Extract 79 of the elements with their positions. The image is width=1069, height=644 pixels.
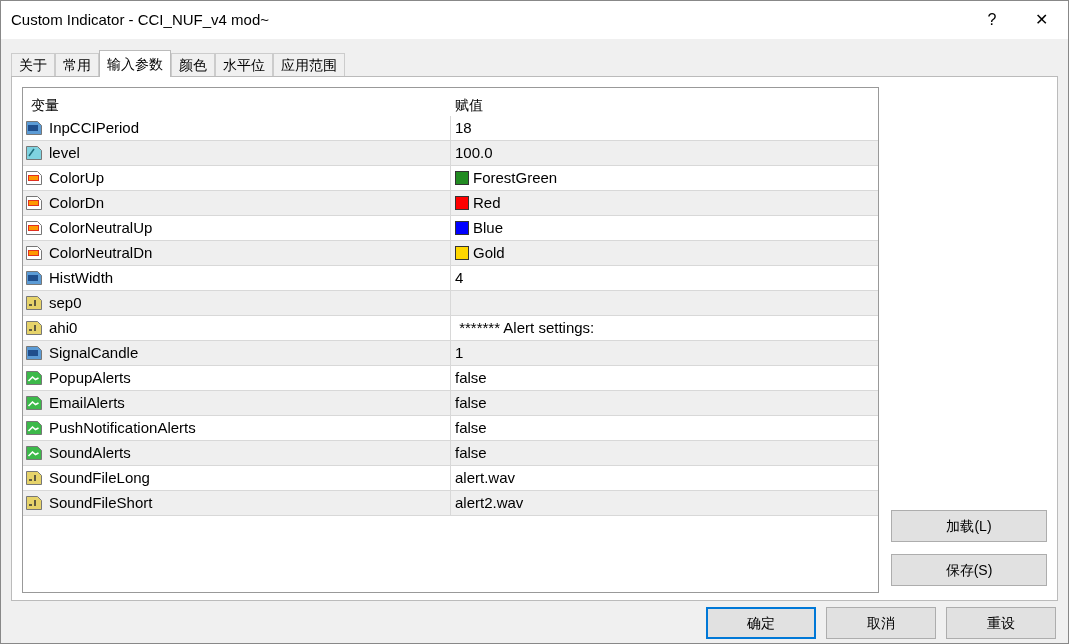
parameter-row[interactable]: level 100.0 bbox=[23, 141, 878, 166]
parameter-row[interactable]: SoundFileShort alert2.wav bbox=[23, 491, 878, 516]
string-type-icon bbox=[25, 469, 43, 487]
parameter-value: 18 bbox=[455, 117, 472, 138]
column-header: 赋值 bbox=[454, 96, 484, 115]
color-type-icon bbox=[25, 219, 43, 237]
parameter-value: false bbox=[455, 392, 487, 413]
dialog-button[interactable]: 确定 bbox=[706, 607, 816, 639]
window-title: Custom Indicator - CCI_NUF_v4 mod~ bbox=[11, 9, 270, 30]
parameter-value: alert2.wav bbox=[455, 492, 524, 513]
parameter-value: alert.wav bbox=[455, 467, 516, 488]
parameter-row[interactable]: ColorNeutralUp Blue bbox=[23, 216, 878, 241]
parameter-value: 100.0 bbox=[455, 142, 493, 163]
parameter-value: 1 bbox=[455, 342, 464, 363]
bool-type-icon bbox=[25, 369, 43, 387]
int-type-icon bbox=[25, 344, 43, 362]
side-button[interactable]: 加载(L) bbox=[891, 510, 1047, 542]
parameter-value: 4 bbox=[455, 267, 464, 288]
string-type-icon bbox=[25, 294, 43, 312]
color-type-icon bbox=[25, 244, 43, 262]
parameter-value: false bbox=[455, 367, 487, 388]
parameter-name: level bbox=[49, 142, 80, 163]
parameter-row[interactable]: PopupAlerts false bbox=[23, 366, 878, 391]
parameter-row[interactable]: sep0 bbox=[23, 291, 878, 316]
parameter-row[interactable]: SoundFileLong alert.wav bbox=[23, 466, 878, 491]
parameter-row[interactable]: PushNotificationAlerts false bbox=[23, 416, 878, 441]
parameter-name: SoundFileLong bbox=[49, 467, 150, 488]
string-type-icon bbox=[25, 319, 43, 337]
string-type-icon bbox=[25, 494, 43, 512]
help-button[interactable]: ? bbox=[970, 1, 1014, 39]
parameter-name: PopupAlerts bbox=[49, 367, 131, 388]
close-button[interactable]: ✕ bbox=[1014, 1, 1068, 39]
parameter-row[interactable]: HistWidth 4 bbox=[23, 266, 878, 291]
bool-type-icon bbox=[25, 444, 43, 462]
parameter-name: ColorNeutralUp bbox=[49, 217, 153, 238]
tab[interactable]: 颜色 bbox=[171, 53, 215, 76]
parameter-value: false bbox=[455, 417, 487, 438]
double-type-icon bbox=[25, 144, 43, 162]
parameter-row[interactable]: ColorNeutralDn Gold bbox=[23, 241, 878, 266]
int-type-icon bbox=[25, 269, 43, 287]
dialog-button[interactable]: 取消 bbox=[826, 607, 936, 639]
tab[interactable]: 关于 bbox=[11, 53, 55, 76]
side-button[interactable]: 保存(S) bbox=[891, 554, 1047, 586]
dialog-button[interactable]: 重设 bbox=[946, 607, 1056, 639]
parameter-value: Blue bbox=[473, 217, 504, 238]
parameter-value: Gold bbox=[473, 242, 505, 263]
bool-type-icon bbox=[25, 419, 43, 437]
parameter-row[interactable]: ahi0 ******* Alert settings: bbox=[23, 316, 878, 341]
tab[interactable]: 常用 bbox=[55, 53, 99, 76]
parameter-row[interactable]: ColorUp ForestGreen bbox=[23, 166, 878, 191]
int-type-icon bbox=[25, 119, 43, 137]
color-type-icon bbox=[25, 169, 43, 187]
parameter-value: false bbox=[455, 442, 487, 463]
parameter-value: Red bbox=[473, 192, 501, 213]
parameter-name: HistWidth bbox=[49, 267, 114, 288]
parameter-name: SoundAlerts bbox=[49, 442, 131, 463]
parameter-name: ColorDn bbox=[49, 192, 105, 213]
parameter-name: SoundFileShort bbox=[49, 492, 153, 513]
parameter-row[interactable]: EmailAlerts false bbox=[23, 391, 878, 416]
parameter-name: ahi0 bbox=[49, 317, 78, 338]
tab[interactable]: 应用范围 bbox=[273, 53, 345, 76]
parameter-name: SignalCandle bbox=[49, 342, 139, 363]
color-type-icon bbox=[25, 194, 43, 212]
parameter-name: ColorNeutralDn bbox=[49, 242, 153, 263]
parameter-name: sep0 bbox=[49, 292, 82, 313]
parameter-value: ******* Alert settings: bbox=[458, 317, 595, 338]
parameter-row[interactable]: SoundAlerts false bbox=[23, 441, 878, 466]
parameter-row[interactable]: InpCCIPeriod 18 bbox=[23, 116, 878, 141]
bool-type-icon bbox=[25, 394, 43, 412]
parameter-row[interactable]: SignalCandle 1 bbox=[23, 341, 878, 366]
parameter-value: ForestGreen bbox=[473, 167, 558, 188]
tab[interactable]: 水平位 bbox=[215, 53, 273, 76]
parameter-name: InpCCIPeriod bbox=[49, 117, 140, 138]
parameter-row[interactable]: ColorDn Red bbox=[23, 191, 878, 216]
parameter-name: ColorUp bbox=[49, 167, 105, 188]
parameter-name: PushNotificationAlerts bbox=[49, 417, 196, 438]
parameter-name: EmailAlerts bbox=[49, 392, 125, 413]
tab[interactable]: 输入参数 bbox=[99, 50, 171, 77]
column-header: 变量 bbox=[30, 96, 60, 115]
